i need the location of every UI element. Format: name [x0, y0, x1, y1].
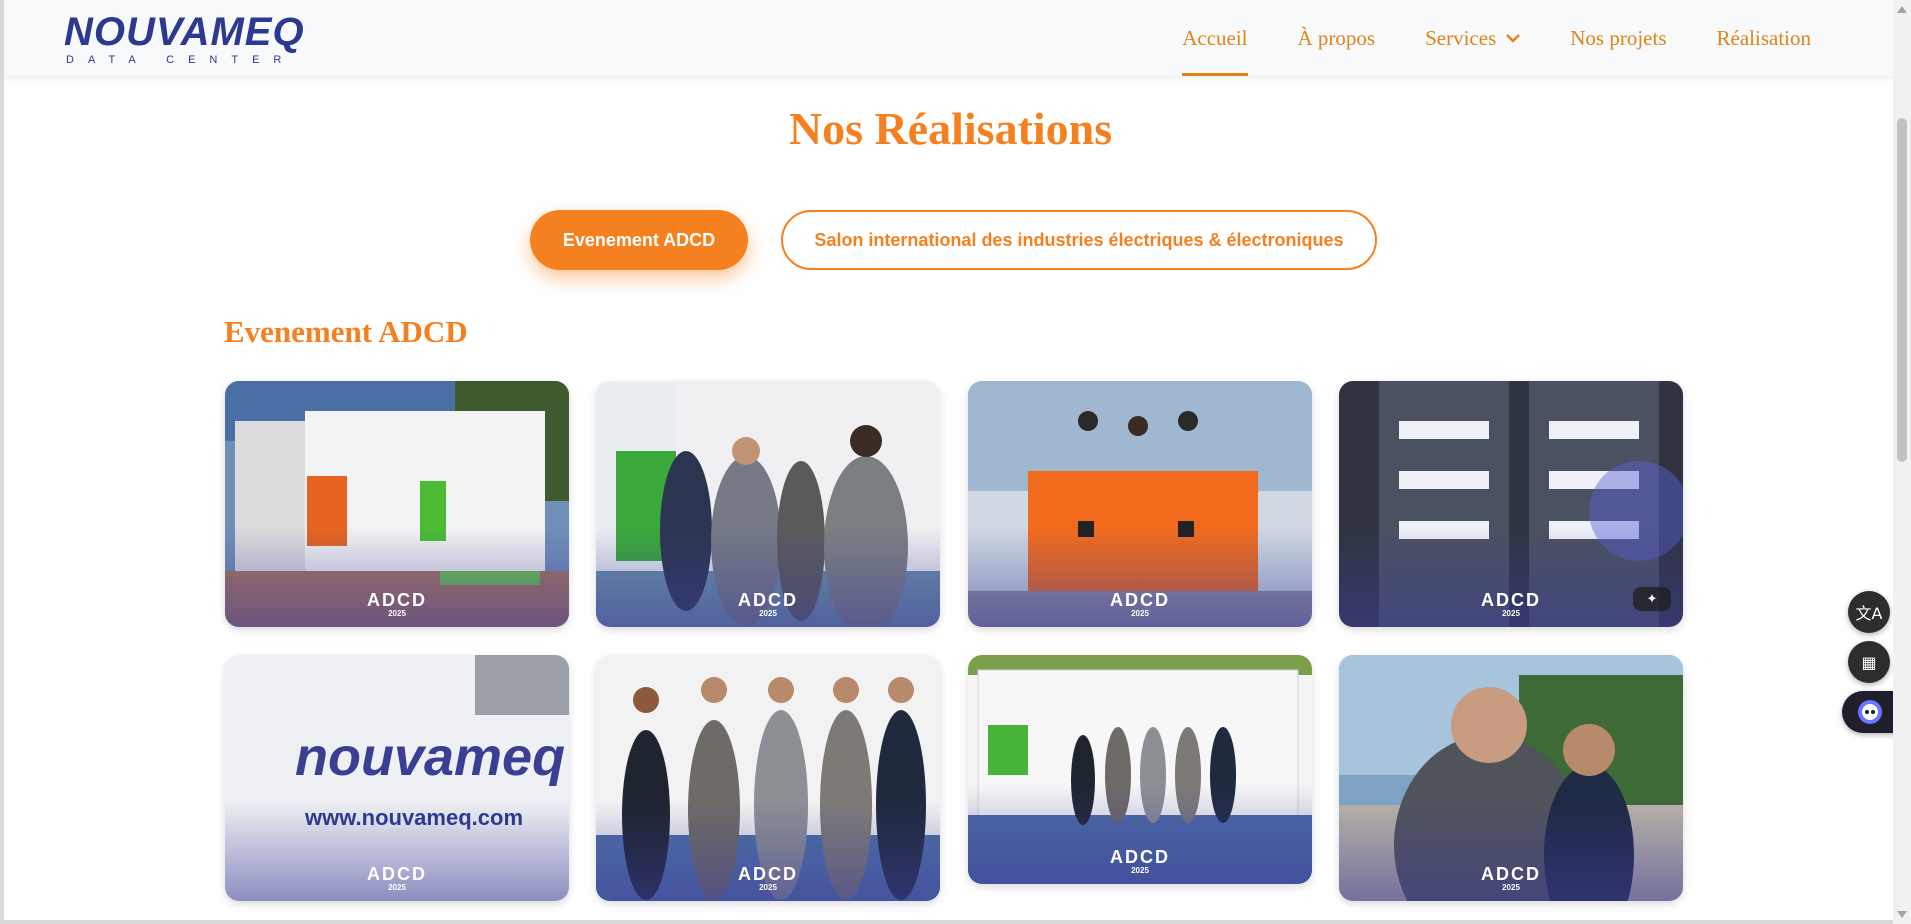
- adcd-watermark: ADCD 2025: [225, 591, 569, 619]
- main-nav: Accueil À propos Services Nos projets Ré…: [1182, 0, 1811, 76]
- adcd-watermark: ADCD 2025: [968, 848, 1312, 876]
- watermark-year: 2025: [759, 883, 777, 892]
- watermark-text: ADCD: [367, 590, 427, 610]
- scroll-up-arrow-icon[interactable]: [1897, 6, 1907, 13]
- adcd-watermark: ADCD 2025: [1339, 591, 1683, 619]
- watermark-year: 2025: [1502, 609, 1520, 618]
- scrollbar-thumb[interactable]: [1897, 118, 1907, 462]
- scrollbar[interactable]: [1893, 0, 1911, 924]
- translate-icon[interactable]: 文A: [1848, 591, 1890, 633]
- nav-services-label: Services: [1425, 25, 1497, 50]
- watermark-text: ADCD: [738, 864, 798, 884]
- page: NOUVAMEQ DATA CENTER Accueil À propos Se…: [0, 0, 1893, 924]
- nav-accueil[interactable]: Accueil: [1182, 0, 1248, 76]
- watermark-year: 2025: [1502, 883, 1520, 892]
- watermark-year: 2025: [759, 609, 777, 618]
- watermark-text: ADCD: [738, 590, 798, 610]
- watermark-text: ADCD: [1110, 847, 1170, 867]
- magic-wand-icon[interactable]: ✦: [1633, 587, 1671, 611]
- svg-text:nouvameq: nouvameq: [295, 727, 565, 787]
- logo-subtitle: DATA CENTER: [66, 54, 296, 66]
- gallery-photo-7[interactable]: ADCD 2025: [968, 655, 1312, 884]
- logo[interactable]: NOUVAMEQ DATA CENTER: [64, 10, 314, 66]
- gallery-photo-8[interactable]: ADCD 2025: [1339, 655, 1683, 901]
- tab-evenement-adcd[interactable]: Evenement ADCD: [530, 210, 748, 270]
- logo-wordmark: NOUVAMEQ: [64, 10, 305, 54]
- adcd-watermark: ADCD 2025: [596, 865, 940, 893]
- watermark-year: 2025: [388, 883, 406, 892]
- watermark-year: 2025: [388, 609, 406, 618]
- watermark-text: ADCD: [1481, 590, 1541, 610]
- watermark-text: ADCD: [1481, 864, 1541, 884]
- page-title: Nos Réalisations: [788, 103, 1113, 154]
- apps-grid-icon[interactable]: ▦: [1848, 641, 1890, 683]
- watermark-year: 2025: [1131, 609, 1149, 618]
- scroll-down-arrow-icon[interactable]: [1897, 911, 1907, 918]
- adcd-watermark: ADCD 2025: [968, 591, 1312, 619]
- gallery-photo-6[interactable]: ADCD 2025: [596, 655, 940, 901]
- tab-salon-international[interactable]: Salon international des industries élect…: [781, 210, 1377, 270]
- gallery-photo-2[interactable]: ADCD 2025: [596, 381, 940, 627]
- watermark-text: ADCD: [367, 864, 427, 884]
- adcd-watermark: ADCD 2025: [1339, 865, 1683, 893]
- gallery-photo-5[interactable]: nouvameq www.nouvameq.com ADCD2025: [225, 655, 569, 901]
- robot-assistant-icon[interactable]: [1842, 691, 1898, 733]
- section-title: Evenement ADCD: [224, 314, 468, 349]
- gallery-photo-4[interactable]: ADCD 2025 ✦: [1339, 381, 1683, 627]
- site-header: NOUVAMEQ DATA CENTER Accueil À propos Se…: [4, 0, 1893, 76]
- nav-services[interactable]: Services: [1425, 0, 1521, 76]
- nav-a-propos[interactable]: À propos: [1298, 0, 1376, 76]
- nav-realisation[interactable]: Réalisation: [1717, 0, 1811, 76]
- gallery-photo-1[interactable]: ADCD 2025: [225, 381, 569, 627]
- nav-nos-projets[interactable]: Nos projets: [1570, 0, 1666, 76]
- gallery-photo-3[interactable]: ADCD 2025: [968, 381, 1312, 627]
- adcd-watermark: ADCD 2025: [596, 591, 940, 619]
- watermark-year: 2025: [1131, 866, 1149, 875]
- adcd-watermark: ADCD 2025: [225, 865, 569, 893]
- watermark-text: ADCD: [1110, 590, 1170, 610]
- chevron-down-icon: [1506, 34, 1521, 43]
- robot-face-icon: [1858, 700, 1882, 724]
